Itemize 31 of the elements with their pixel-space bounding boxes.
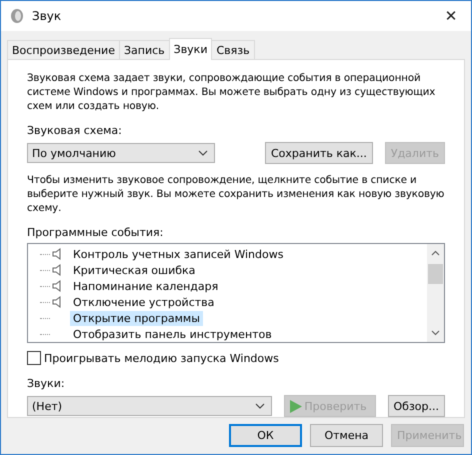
dialog-button[interactable]: Отмена <box>310 424 383 447</box>
close-button[interactable]: ✕ <box>431 1 471 31</box>
browse-button[interactable]: Обзор... <box>388 395 445 417</box>
events-label: Программные события: <box>27 226 164 239</box>
chevron-down-icon <box>255 403 266 409</box>
chevron-up-icon <box>431 250 440 256</box>
tab[interactable]: Воспроизведение <box>7 40 120 59</box>
event-item[interactable]: Открытие программы <box>70 310 203 326</box>
checkbox[interactable] <box>27 351 41 365</box>
event-item[interactable]: Напоминание календаря <box>70 278 222 294</box>
event-item[interactable]: Отобразить панель инструментов <box>70 326 275 342</box>
checkbox-label: Проигрывать мелодию запуска Windows <box>44 352 279 364</box>
event-item[interactable]: Критическая ошибка <box>70 262 198 278</box>
scheme-dropdown[interactable]: По умолчанию <box>27 143 215 163</box>
play-icon <box>290 400 302 412</box>
dialog-button[interactable]: ОК <box>229 424 302 447</box>
sounds-label: Звуки: <box>27 377 66 390</box>
window-title: Звук <box>32 9 62 23</box>
event-item[interactable]: Контроль учетных записей Windows <box>70 246 286 262</box>
chevron-down-icon <box>198 150 208 156</box>
event-item[interactable]: Отключение устройства <box>70 294 218 310</box>
instruction-text: Чтобы изменить звуковое сопровождение, щелкните событие в списке и выберите нужный звук. Вы можете сохранить изменения как новую звуковую схему. <box>27 174 445 216</box>
scheme-label: Звуковая схема: <box>27 124 123 137</box>
scrollbar-thumb[interactable] <box>428 264 443 284</box>
tab[interactable]: Связь <box>211 40 255 59</box>
save-as-button[interactable]: Сохранить как... <box>264 142 373 164</box>
description-text: Звуковая схема задает звуки, сопровождающие события в операционной системе Windows и программах. Вы можете выбрать одну из существующих схем или создать новую. <box>27 72 436 114</box>
scrollbar[interactable] <box>427 244 444 342</box>
chevron-down-icon <box>431 330 440 336</box>
sound-dropdown[interactable]: (Нет) <box>27 396 272 416</box>
tab[interactable]: Звуки <box>168 38 212 60</box>
